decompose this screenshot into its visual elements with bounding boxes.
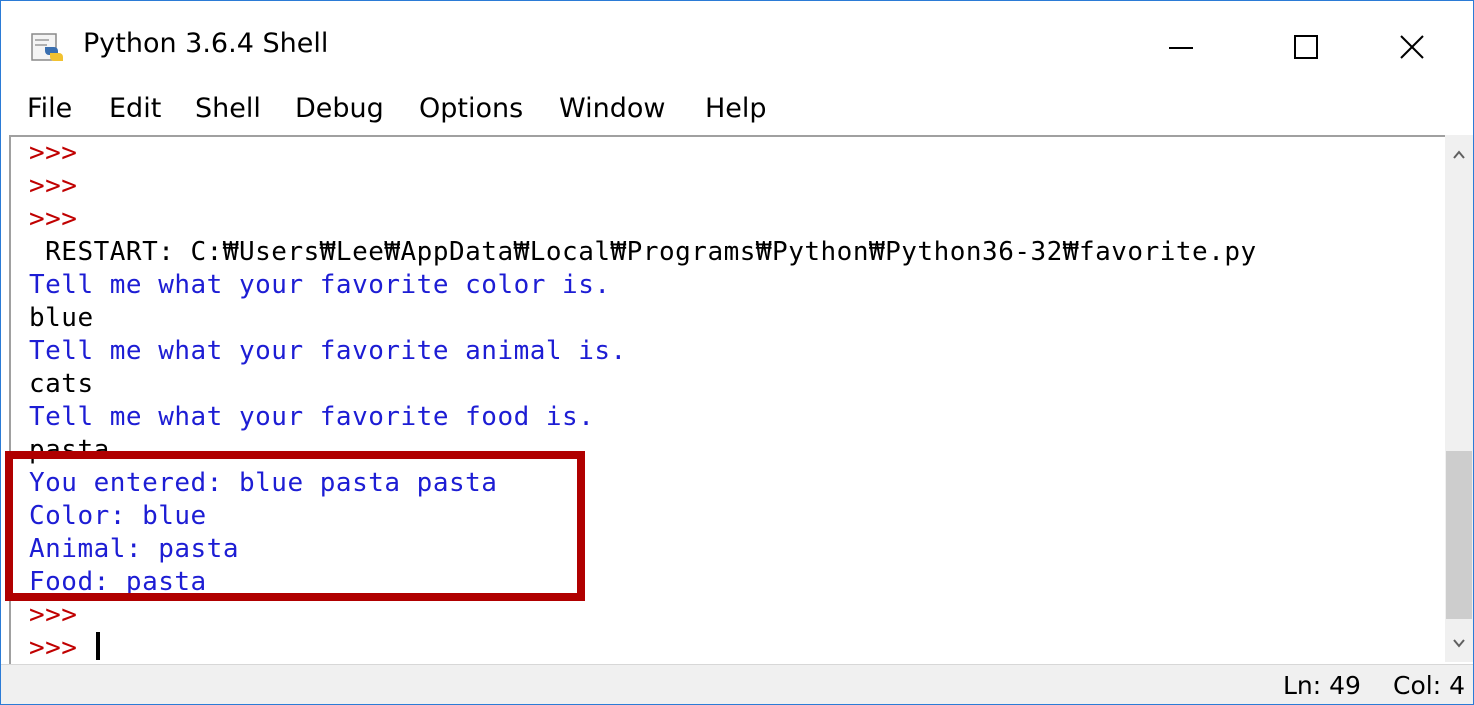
close-icon <box>1400 35 1424 59</box>
shell-line-output: Tell me what your favorite animal is. <box>29 336 627 366</box>
vertical-scrollbar[interactable] <box>1445 135 1473 662</box>
shell-line-prompt: >>> <box>29 204 78 234</box>
maximize-icon <box>1294 35 1318 59</box>
menu-debug[interactable]: Debug <box>295 93 384 124</box>
menu-options[interactable]: Options <box>419 93 523 124</box>
window-title: Python 3.6.4 Shell <box>83 28 329 59</box>
status-line-number: Ln: 49 <box>1283 671 1361 700</box>
scrollbar-thumb[interactable] <box>1446 451 1472 619</box>
menu-file[interactable]: File <box>27 93 72 124</box>
idle-shell-window: Python 3.6.4 Shell File Edit Shell Debug… <box>0 0 1474 705</box>
maximize-button[interactable] <box>1265 19 1345 75</box>
shell-line-prompt: >>> <box>29 600 78 630</box>
python-idle-icon <box>31 33 65 63</box>
shell-line-output: Tell me what your favorite color is. <box>29 270 611 300</box>
minimize-icon <box>1169 47 1193 49</box>
menu-bar: File Edit Shell Debug Options Window Hel… <box>1 87 1473 133</box>
prompt-text: >>> <box>29 633 94 663</box>
minimize-button[interactable] <box>1141 19 1221 75</box>
menu-help[interactable]: Help <box>705 93 767 124</box>
scroll-down-button[interactable] <box>1445 626 1473 662</box>
status-bar: Ln: 49 Col: 4 <box>1 664 1473 704</box>
chevron-up-icon <box>1453 150 1465 159</box>
shell-line-prompt: >>> <box>29 171 78 201</box>
shell-line-prompt: >>> <box>29 138 78 168</box>
shell-line-restart: RESTART: C:₩Users₩Lee₩AppData₩Local₩Prog… <box>29 237 1257 267</box>
scroll-up-button[interactable] <box>1445 135 1473 171</box>
chevron-down-icon <box>1453 639 1465 648</box>
status-column-number: Col: 4 <box>1393 671 1465 700</box>
shell-line-output: Tell me what your favorite food is. <box>29 402 595 432</box>
output-highlight-box <box>5 451 585 601</box>
menu-edit[interactable]: Edit <box>109 93 161 124</box>
menu-shell[interactable]: Shell <box>195 93 261 124</box>
text-cursor <box>95 632 100 660</box>
title-bar[interactable]: Python 3.6.4 Shell <box>1 1 1473 85</box>
menu-window[interactable]: Window <box>559 93 665 124</box>
close-button[interactable] <box>1383 19 1463 75</box>
shell-line-input: blue <box>29 303 94 333</box>
shell-line-input: cats <box>29 369 94 399</box>
shell-current-prompt[interactable]: >>> <box>29 632 100 664</box>
